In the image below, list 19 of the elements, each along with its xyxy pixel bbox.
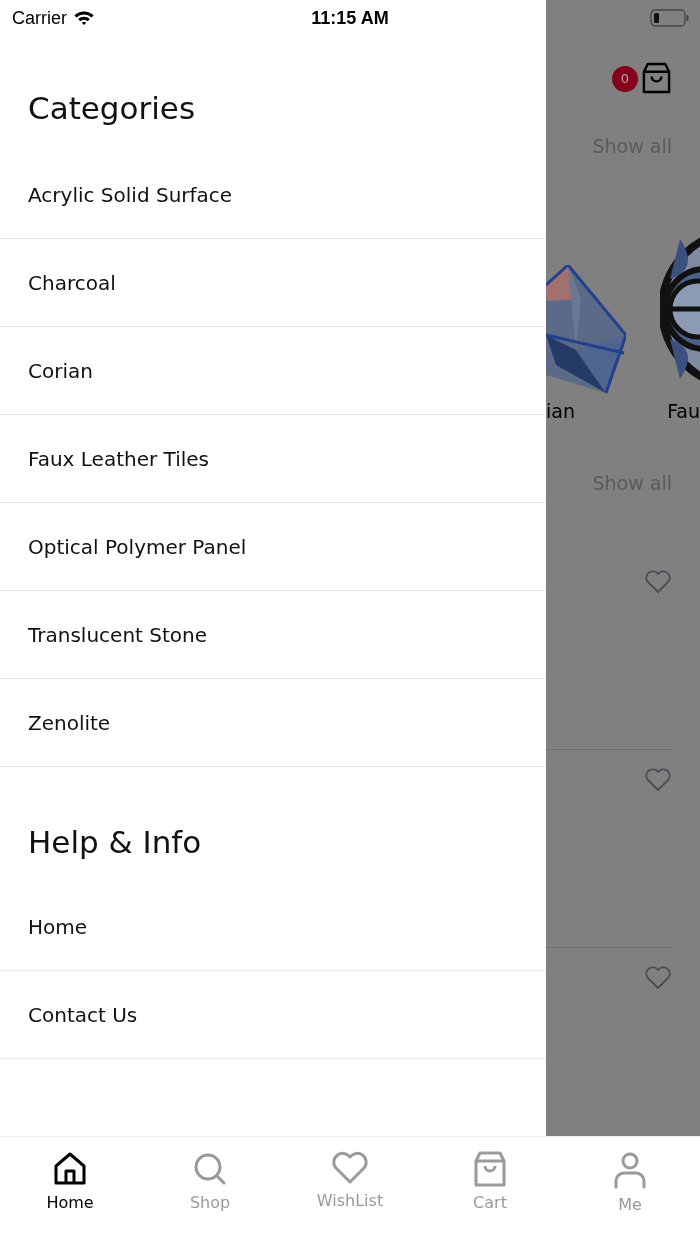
section-heading: Categories [28,89,196,128]
carrier-name: Carrier [12,7,67,29]
heart-icon[interactable] [644,966,672,990]
wifi-icon [73,10,95,26]
clock-time: 11:15 AM [310,7,390,29]
cart-count-badge: 0 [612,65,638,92]
tab-button[interactable]: Home [0,1137,140,1244]
person-icon [613,1151,647,1189]
heart-icon[interactable] [644,570,672,594]
shopping-bag-icon [473,1151,507,1187]
shopping-bag-icon[interactable] [641,62,672,95]
heart-icon[interactable] [644,768,672,792]
category-label: Fau [667,399,700,424]
category-label: ian [546,399,575,424]
section-heading: Help & Info [28,823,202,862]
battery-icon [650,9,690,27]
heart-icon [331,1151,369,1185]
home-icon [53,1151,87,1187]
search-icon [193,1151,227,1187]
